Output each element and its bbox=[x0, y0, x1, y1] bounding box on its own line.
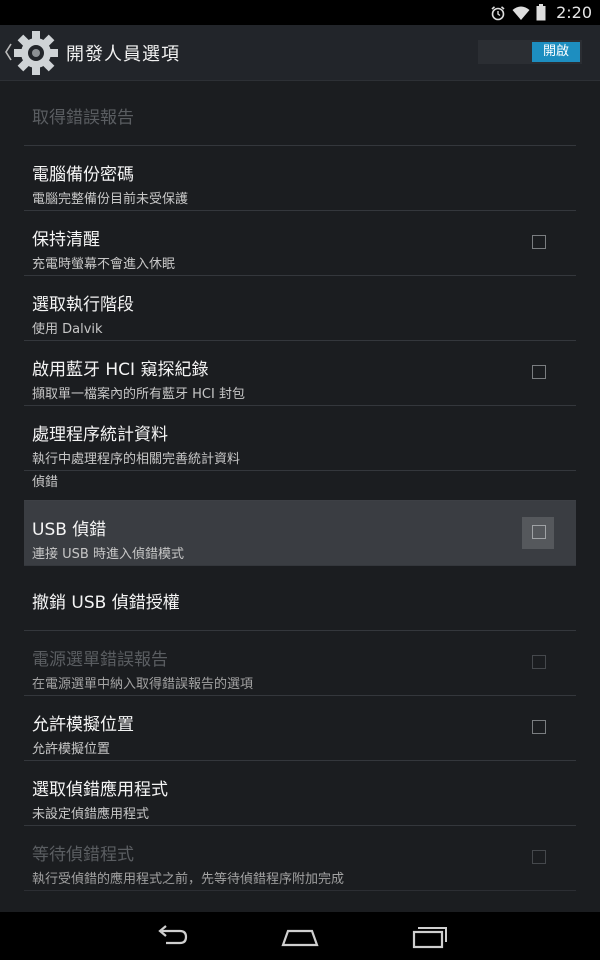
list-item-process-stats[interactable]: 處理程序統計資料 執行中處理程序的相關完善統計資料 bbox=[24, 406, 576, 471]
list-item-summary: 允許模擬位置 bbox=[32, 742, 111, 757]
list-item-title: USB 偵錯 bbox=[32, 520, 107, 540]
list-item-usb-debugging[interactable]: USB 偵錯 連接 USB 時進入偵錯模式 bbox=[24, 501, 576, 566]
list-item-title: 等待偵錯程式 bbox=[32, 845, 134, 865]
page-title: 開發人員選項 bbox=[66, 44, 180, 65]
list-item-summary: 使用 Dalvik bbox=[32, 322, 103, 337]
up-caret-icon[interactable] bbox=[4, 42, 12, 62]
section-header-debugging: 偵錯 bbox=[24, 471, 576, 501]
list-item-stay-awake[interactable]: 保持清醒 充電時螢幕不會進入休眠 bbox=[24, 211, 576, 276]
list-item-power-menu-bug-report[interactable]: 電源選單錯誤報告 在電源選單中納入取得錯誤報告的選項 bbox=[24, 631, 576, 696]
navigation-bar bbox=[0, 912, 600, 960]
list-item-mock-locations[interactable]: 允許模擬位置 允許模擬位置 bbox=[24, 696, 576, 761]
list-item-summary: 連接 USB 時進入偵錯模式 bbox=[32, 547, 184, 562]
list-item-title: 撤銷 USB 偵錯授權 bbox=[32, 593, 180, 613]
power-menu-bug-report-checkbox[interactable] bbox=[532, 655, 546, 669]
list-item-summary: 在電源選單中納入取得錯誤報告的選項 bbox=[32, 677, 254, 692]
mock-locations-checkbox[interactable] bbox=[532, 720, 546, 734]
list-item-title: 保持清醒 bbox=[32, 230, 100, 250]
list-item-title: 處理程序統計資料 bbox=[32, 425, 168, 445]
status-bar: 2:20 bbox=[0, 0, 600, 25]
list-item-backup-password[interactable]: 電腦備份密碼 電腦完整備份目前未受保護 bbox=[24, 146, 576, 211]
section-header-label: 偵錯 bbox=[32, 475, 59, 490]
home-icon[interactable] bbox=[280, 922, 320, 950]
scroll-fade bbox=[0, 880, 600, 912]
status-time: 2:20 bbox=[556, 3, 592, 22]
list-item-title: 啟用藍牙 HCI 窺探紀錄 bbox=[32, 360, 209, 380]
recents-icon[interactable] bbox=[408, 922, 448, 950]
developer-options-switch[interactable]: 開啟 bbox=[478, 40, 582, 64]
switch-on-label: 開啟 bbox=[532, 42, 580, 62]
back-icon[interactable] bbox=[152, 922, 192, 950]
wait-for-debugger-checkbox[interactable] bbox=[532, 850, 546, 864]
list-item-title: 選取偵錯應用程式 bbox=[32, 780, 168, 800]
battery-icon bbox=[536, 4, 546, 21]
list-item-revoke-usb-auth[interactable]: 撤銷 USB 偵錯授權 bbox=[24, 566, 576, 631]
settings-list: 取得錯誤報告 電腦備份密碼 電腦完整備份目前未受保護 保持清醒 充電時螢幕不會進… bbox=[24, 81, 576, 891]
usb-debugging-checkbox-pressed bbox=[522, 517, 554, 549]
settings-gear-icon[interactable] bbox=[12, 29, 60, 77]
list-item-bug-report[interactable]: 取得錯誤報告 bbox=[24, 81, 576, 146]
wifi-icon bbox=[512, 6, 530, 20]
list-item-summary: 充電時螢幕不會進入休眠 bbox=[32, 257, 176, 272]
list-item-title: 選取執行階段 bbox=[32, 295, 134, 315]
list-item-title: 取得錯誤報告 bbox=[32, 108, 134, 128]
action-bar: 開發人員選項 開啟 bbox=[0, 25, 600, 81]
list-item-bt-hci-snoop[interactable]: 啟用藍牙 HCI 窺探紀錄 擷取單一檔案內的所有藍牙 HCI 封包 bbox=[24, 341, 576, 406]
list-item-summary: 執行中處理程序的相關完善統計資料 bbox=[32, 452, 241, 467]
list-item-debug-app[interactable]: 選取偵錯應用程式 未設定偵錯應用程式 bbox=[24, 761, 576, 826]
stay-awake-checkbox[interactable] bbox=[532, 235, 546, 249]
list-item-summary: 擷取單一檔案內的所有藍牙 HCI 封包 bbox=[32, 387, 245, 402]
list-item-title: 允許模擬位置 bbox=[32, 715, 134, 735]
alarm-icon bbox=[491, 5, 505, 20]
list-item-title: 電腦備份密碼 bbox=[32, 165, 134, 185]
list-item-summary: 電腦完整備份目前未受保護 bbox=[32, 192, 189, 207]
list-item-summary: 未設定偵錯應用程式 bbox=[32, 807, 150, 822]
usb-debugging-checkbox[interactable] bbox=[532, 525, 546, 539]
list-item-title: 電源選單錯誤報告 bbox=[32, 650, 168, 670]
list-item-select-runtime[interactable]: 選取執行階段 使用 Dalvik bbox=[24, 276, 576, 341]
bt-hci-snoop-checkbox[interactable] bbox=[532, 365, 546, 379]
